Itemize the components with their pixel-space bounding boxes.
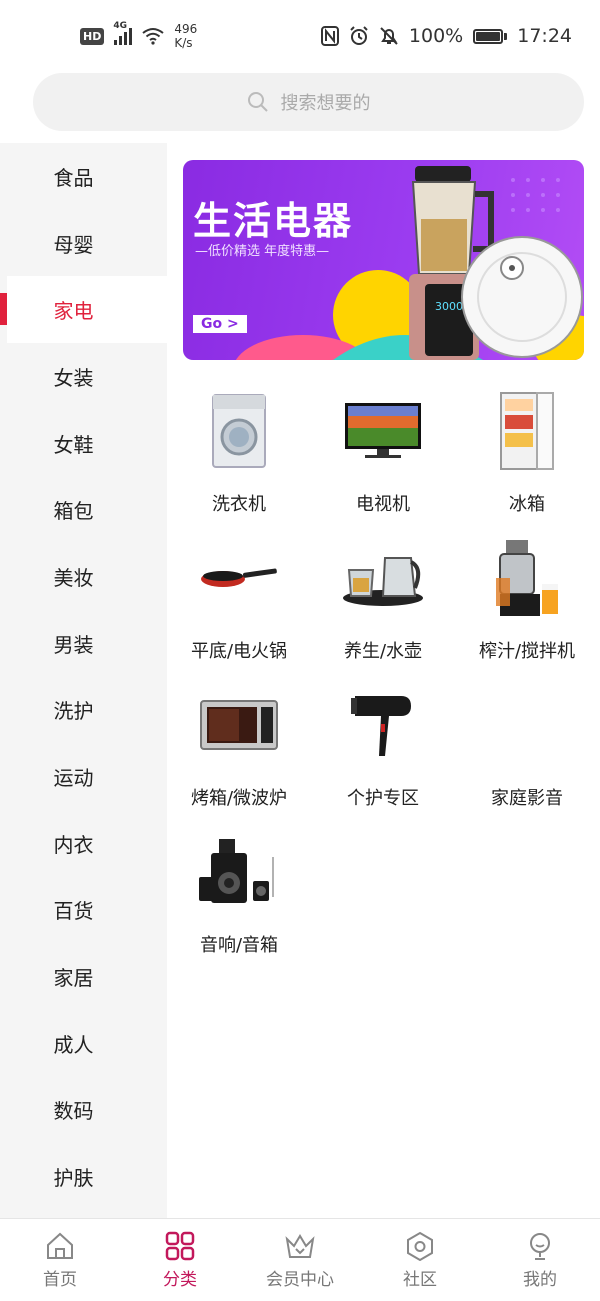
banner-go-button[interactable]: Go > (193, 315, 247, 333)
category-label: 烤箱/微波炉 (190, 788, 288, 809)
nav-tab-home[interactable]: 首页 (0, 1219, 120, 1301)
sidebar-item-mens-clothing[interactable]: 男装 (0, 610, 167, 677)
nfc-icon (320, 26, 339, 46)
sidebar-item-bags[interactable]: 箱包 (0, 476, 167, 543)
category-label: 音响/音箱 (199, 935, 279, 956)
speaker-icon (199, 839, 274, 903)
sidebar-item-digital[interactable]: 数码 (0, 1077, 167, 1144)
sidebar-item-baby[interactable]: 母婴 (0, 210, 167, 277)
nav-tab-mine[interactable]: 我的 (480, 1219, 600, 1301)
category-item-juicer[interactable]: 榨汁/搅拌机 (455, 527, 599, 674)
wifi-icon (142, 28, 164, 45)
category-item-speaker[interactable]: 音响/音箱 (167, 821, 311, 968)
net-speed: 496 K/s (174, 22, 197, 50)
category-item-fridge[interactable]: 冰箱 (455, 380, 599, 527)
category-label: 家庭影音 (491, 788, 563, 809)
nav-tab-community[interactable]: 社区 (360, 1219, 480, 1301)
banner-subtitle: —低价精选 年度特惠— (195, 244, 330, 259)
category-item-tv[interactable]: 电视机 (311, 380, 455, 527)
crown-icon (285, 1233, 315, 1258)
sidebar-item-adult[interactable]: 成人 (0, 1010, 167, 1077)
hair-dryer-icon (351, 696, 411, 756)
search-bar[interactable]: 搜索想要的 (33, 73, 584, 131)
home-icon (47, 1232, 73, 1259)
category-label: 平底/电火锅 (190, 641, 288, 662)
nav-label: 分类 (163, 1269, 197, 1290)
category-sidebar: 食品 母婴 家电 女装 女鞋 箱包 美妆 男装 洗护 运动 内衣 百货 家居 成… (0, 143, 167, 1218)
net-speed-value: 496 (174, 22, 198, 36)
category-item-washing-machine[interactable]: 洗衣机 (167, 380, 311, 527)
fridge-icon (500, 392, 554, 470)
category-item-home-av[interactable]: 家庭影音 (455, 674, 599, 821)
clock: 17:24 (517, 25, 572, 47)
bottom-nav: 首页 分类 会员中心 社区 我的 (0, 1218, 600, 1301)
sidebar-item-sports[interactable]: 运动 (0, 743, 167, 810)
battery-icon (473, 28, 508, 44)
category-grid-icon (165, 1231, 195, 1260)
category-item-microwave[interactable]: 烤箱/微波炉 (167, 674, 311, 821)
tv-icon (345, 403, 421, 458)
sidebar-item-underwear[interactable]: 内衣 (0, 810, 167, 877)
blender-display: 3000 (435, 300, 463, 313)
kettle-icon (343, 557, 423, 606)
net-speed-unit: K/s (174, 36, 193, 50)
frying-pan-icon (201, 568, 277, 587)
category-thumb-empty (477, 680, 577, 770)
nav-tab-membership[interactable]: 会员中心 (240, 1219, 360, 1301)
category-label: 养生/水壶 (343, 641, 423, 662)
sidebar-item-womens-shoes[interactable]: 女鞋 (0, 410, 167, 477)
sidebar-item-skincare[interactable]: 护肤 (0, 1143, 167, 1210)
category-item-personal-care[interactable]: 个护专区 (311, 674, 455, 821)
banner-title: 生活电器 (193, 199, 354, 243)
category-label: 洗衣机 (212, 494, 266, 515)
sidebar-item-general-goods[interactable]: 百货 (0, 877, 167, 944)
status-left: HD 4G 496 K/s (80, 21, 197, 50)
search-placeholder: 搜索想要的 (280, 93, 371, 114)
status-right: 100% 17:24 (320, 25, 572, 47)
network-type: 4G (113, 21, 127, 31)
banner-subtitle-text: 低价精选 年度特惠 (208, 244, 317, 259)
nav-label: 我的 (523, 1269, 557, 1290)
search-icon (247, 92, 268, 112)
promo-banner[interactable]: 3000 生活电器 —低价精选 年度特惠— Go > (183, 160, 584, 360)
microwave-icon (200, 700, 278, 750)
sidebar-item-food[interactable]: 食品 (0, 143, 167, 210)
category-label: 电视机 (356, 494, 410, 515)
category-item-kettle[interactable]: 养生/水壶 (311, 527, 455, 674)
category-grid: 洗衣机 电视机 冰箱 平底/电火锅 养生/水壶 榨汁/搅拌机 烤箱/微波炉 个护… (167, 380, 600, 968)
battery-percent: 100% (408, 25, 464, 47)
category-label: 冰箱 (509, 494, 545, 515)
mute-bell-icon (380, 27, 398, 45)
nav-label: 会员中心 (266, 1269, 334, 1290)
alarm-icon (350, 26, 368, 45)
hd-badge: HD (80, 27, 105, 45)
sidebar-item-wash-care[interactable]: 洗护 (0, 677, 167, 744)
robot-vacuum-icon (461, 236, 583, 358)
nav-label: 社区 (403, 1269, 437, 1290)
category-label: 榨汁/搅拌机 (478, 641, 576, 662)
hexagon-icon (407, 1231, 433, 1261)
status-bar: HD 4G 496 K/s 100% 17:24 (0, 0, 600, 72)
sidebar-item-makeup[interactable]: 美妆 (0, 543, 167, 610)
category-item-pan[interactable]: 平底/电火锅 (167, 527, 311, 674)
category-label: 个护专区 (347, 788, 419, 809)
juicer-icon (496, 540, 558, 616)
sidebar-item-appliances[interactable]: 家电 (0, 276, 167, 344)
nav-label: 首页 (43, 1269, 77, 1290)
washing-machine-icon (212, 394, 266, 468)
user-icon (530, 1232, 550, 1260)
sidebar-item-womens-clothing[interactable]: 女装 (0, 343, 167, 410)
nav-tab-category[interactable]: 分类 (120, 1219, 240, 1301)
sidebar-item-home[interactable]: 家居 (0, 943, 167, 1010)
cellular-signal-icon: 4G (113, 21, 133, 45)
